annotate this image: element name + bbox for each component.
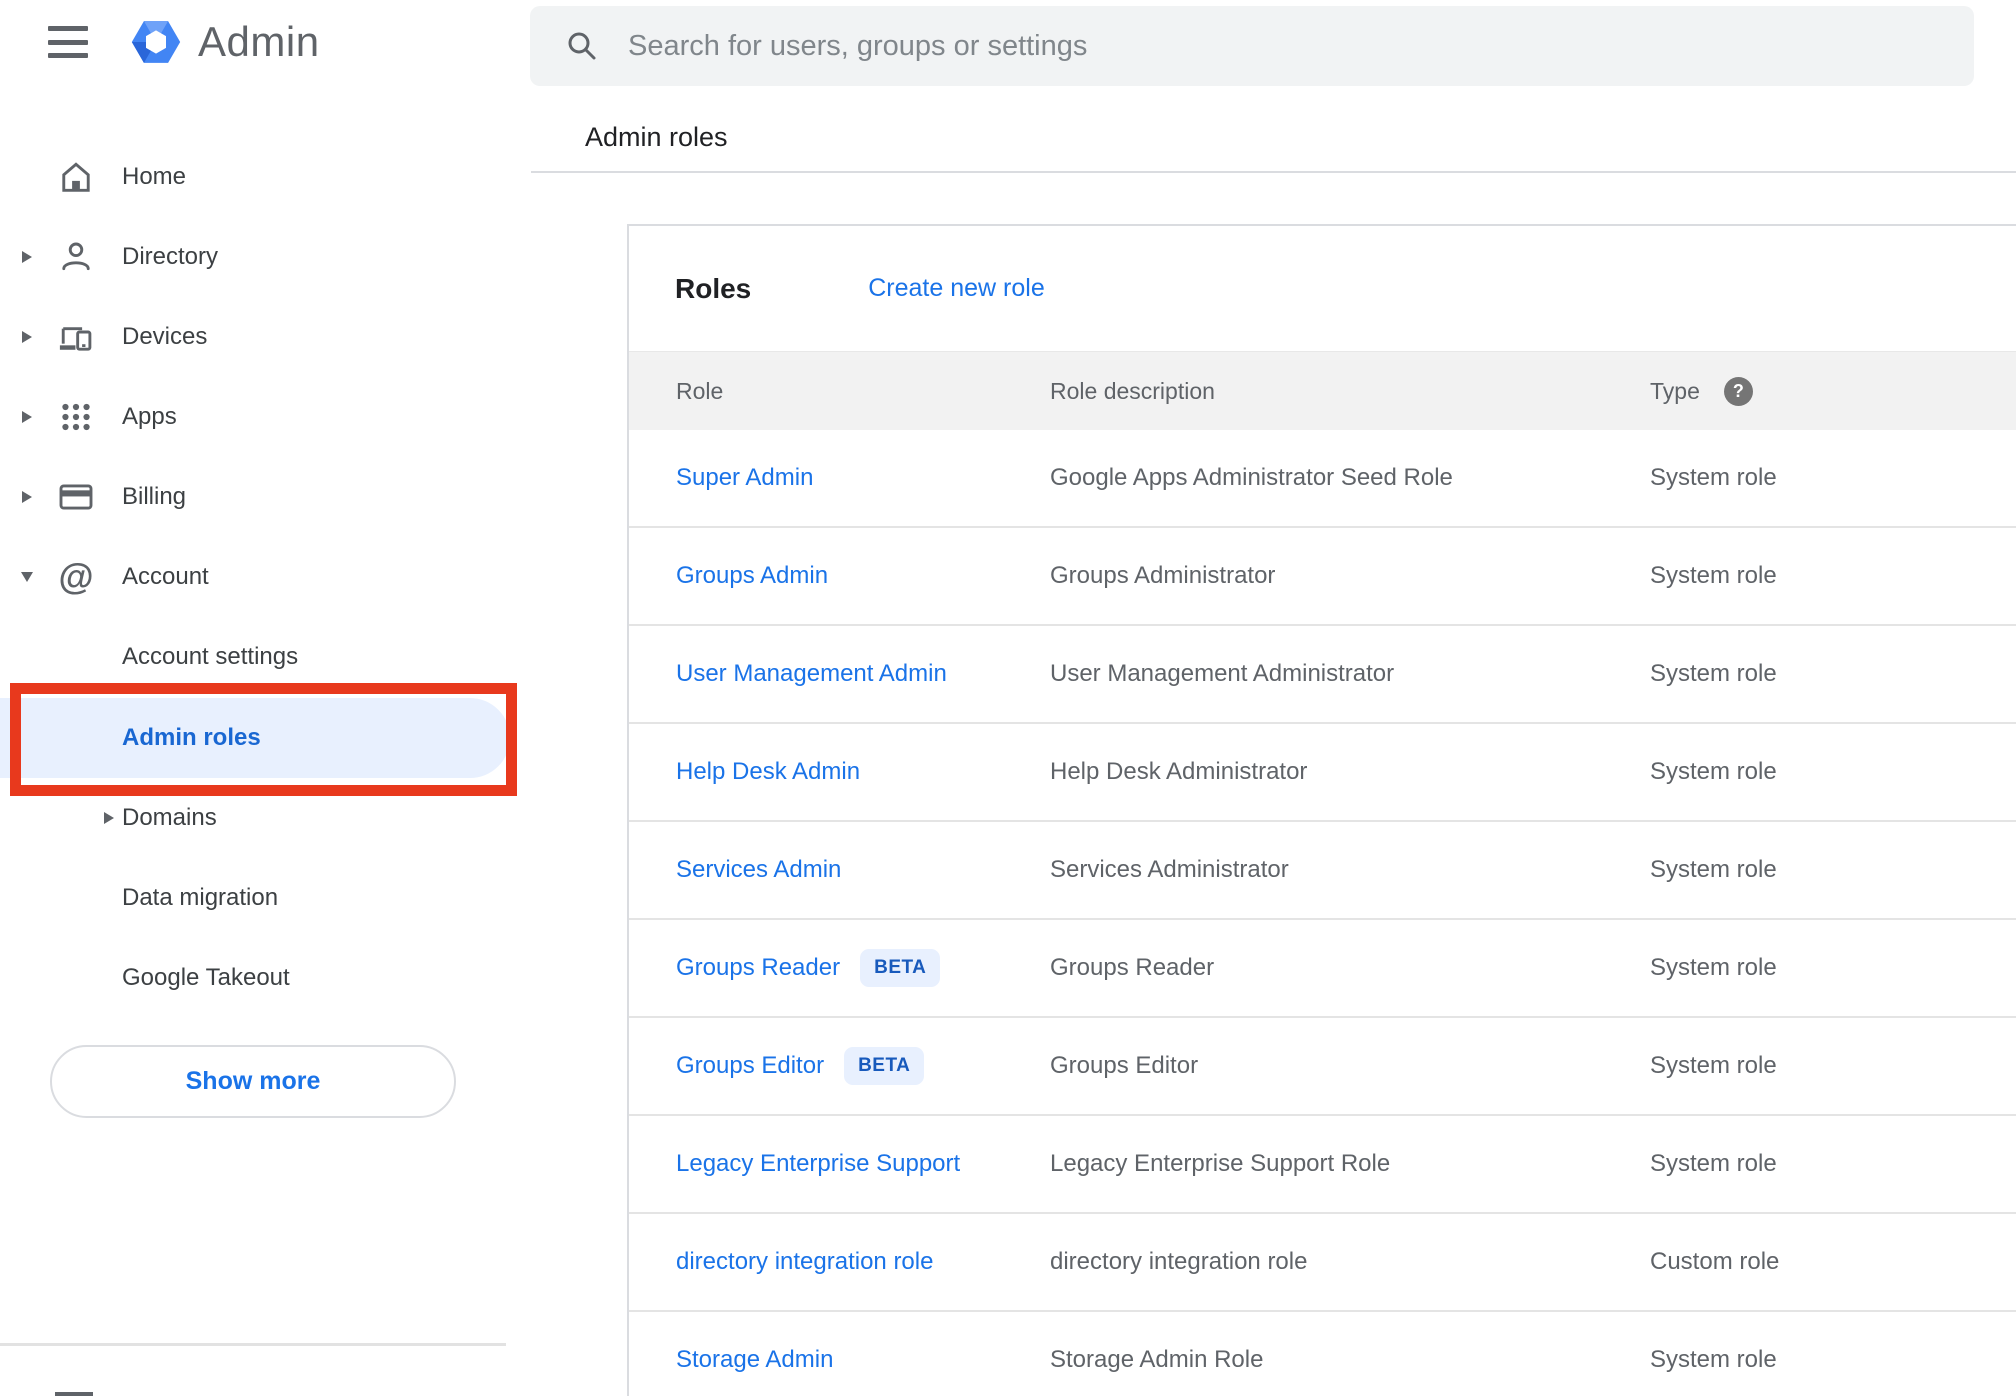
search-input[interactable]: Search for users, groups or settings (530, 6, 1974, 86)
collapse-arrow-icon[interactable] (14, 572, 40, 582)
role-type: System role (1650, 660, 1777, 687)
table-row: Legacy Enterprise Support Legacy Enterpr… (629, 1116, 2016, 1214)
sidebar-bottom-divider (0, 1343, 506, 1346)
admin-console-screen: Admin Home Directory Devices Apps Billin… (0, 0, 2016, 1396)
role-description: Groups Administrator (1050, 562, 1276, 589)
role-type: System role (1650, 1150, 1777, 1177)
sidebar-item-google-takeout[interactable]: Google Takeout (0, 938, 512, 1018)
breadcrumb: Admin roles (585, 122, 728, 152)
role-link[interactable]: directory integration role (676, 1248, 933, 1276)
sidebar-item-billing[interactable]: Billing (0, 457, 512, 537)
sidebar-item-admin-roles[interactable]: Admin roles (122, 698, 261, 778)
role-link[interactable]: User Management Admin (676, 660, 947, 688)
role-description: Help Desk Administrator (1050, 758, 1308, 785)
role-description: Legacy Enterprise Support Role (1050, 1150, 1391, 1177)
sidebar-item-account[interactable]: @ Account (0, 537, 512, 617)
role-link[interactable]: Storage Admin (676, 1346, 833, 1374)
sidebar-item-devices[interactable]: Devices (0, 297, 512, 377)
role-description: Google Apps Administrator Seed Role (1050, 464, 1453, 491)
sidebar-item-apps[interactable]: Apps (0, 377, 512, 457)
expand-arrow-icon[interactable] (14, 251, 40, 263)
role-description: Groups Editor (1050, 1052, 1199, 1079)
role-description: Storage Admin Role (1050, 1346, 1264, 1373)
expand-arrow-icon[interactable] (14, 331, 40, 343)
table-row: Groups Reader BETA Groups Reader System … (629, 920, 2016, 1018)
create-new-role-link[interactable]: Create new role (868, 274, 1044, 303)
person-icon (56, 237, 96, 277)
product-title: Admin (198, 18, 320, 65)
at-sign-icon: @ (58, 556, 94, 597)
sidebar-item-domains[interactable]: Domains (0, 778, 512, 858)
sidebar-item-account-settings[interactable]: Account settings (0, 617, 512, 697)
role-type: System role (1650, 1052, 1777, 1079)
role-link[interactable]: Super Admin (676, 464, 813, 492)
beta-badge: BETA (844, 1047, 925, 1085)
expand-arrow-icon[interactable] (96, 812, 122, 824)
table-row: User Management Admin User Management Ad… (629, 626, 2016, 724)
cutoff-nav-icon (55, 1392, 93, 1396)
beta-badge: BETA (860, 949, 941, 987)
table-row: Super Admin Google Apps Administrator Se… (629, 430, 2016, 528)
card-title: Roles (675, 272, 752, 304)
role-type: System role (1650, 856, 1777, 883)
role-type: System role (1650, 464, 1777, 491)
role-link[interactable]: Help Desk Admin (676, 758, 860, 786)
roles-card: Roles Create new role Role Role descript… (627, 224, 2016, 1396)
admin-hexagon-logo-icon (131, 21, 181, 63)
role-type: Custom role (1650, 1248, 1780, 1275)
sidebar-item-directory[interactable]: Directory (0, 217, 512, 297)
table-row: directory integration role directory int… (629, 1214, 2016, 1312)
search-icon (564, 28, 600, 64)
role-link[interactable]: Groups Reader (676, 954, 840, 982)
expand-arrow-icon[interactable] (14, 491, 40, 503)
role-type: System role (1650, 1346, 1777, 1373)
expand-arrow-icon[interactable] (14, 411, 40, 423)
table-row: Storage Admin Storage Admin Role System … (629, 1312, 2016, 1396)
table-row: Groups Editor BETA Groups Editor System … (629, 1018, 2016, 1116)
hamburger-menu-icon[interactable] (48, 26, 88, 58)
help-icon[interactable]: ? (1723, 376, 1753, 406)
table-row: Services Admin Services Administrator Sy… (629, 822, 2016, 920)
sidebar-item-home[interactable]: Home (0, 137, 512, 217)
role-link[interactable]: Groups Editor (676, 1052, 824, 1080)
role-type: System role (1650, 562, 1777, 589)
table-row: Help Desk Admin Help Desk Administrator … (629, 724, 2016, 822)
role-link[interactable]: Legacy Enterprise Support (676, 1150, 960, 1178)
credit-card-icon (56, 477, 96, 517)
roles-table-body: Super Admin Google Apps Administrator Se… (629, 430, 2016, 1396)
devices-icon (56, 317, 96, 357)
role-description: Groups Reader (1050, 954, 1215, 981)
table-row: Groups Admin Groups Administrator System… (629, 528, 2016, 626)
content-divider (531, 171, 2016, 173)
search-placeholder-text: Search for users, groups or settings (628, 29, 1088, 62)
column-header-type: Type ? (1650, 376, 1753, 406)
home-icon (56, 157, 96, 197)
role-link[interactable]: Groups Admin (676, 562, 828, 590)
table-header-row: Role Role description Type ? (629, 351, 2016, 430)
sidebar-item-data-migration[interactable]: Data migration (0, 858, 512, 938)
role-type: System role (1650, 758, 1777, 785)
column-header-description: Role description (1050, 377, 1215, 404)
role-description: User Management Administrator (1050, 660, 1395, 687)
role-link[interactable]: Services Admin (676, 856, 841, 884)
show-more-button[interactable]: Show more (50, 1045, 456, 1118)
admin-logo: Admin (126, 12, 320, 72)
role-type: System role (1650, 954, 1777, 981)
column-header-role: Role (676, 377, 724, 404)
apps-grid-icon (56, 397, 96, 437)
role-description: directory integration role (1050, 1248, 1308, 1275)
role-description: Services Administrator (1050, 856, 1289, 883)
